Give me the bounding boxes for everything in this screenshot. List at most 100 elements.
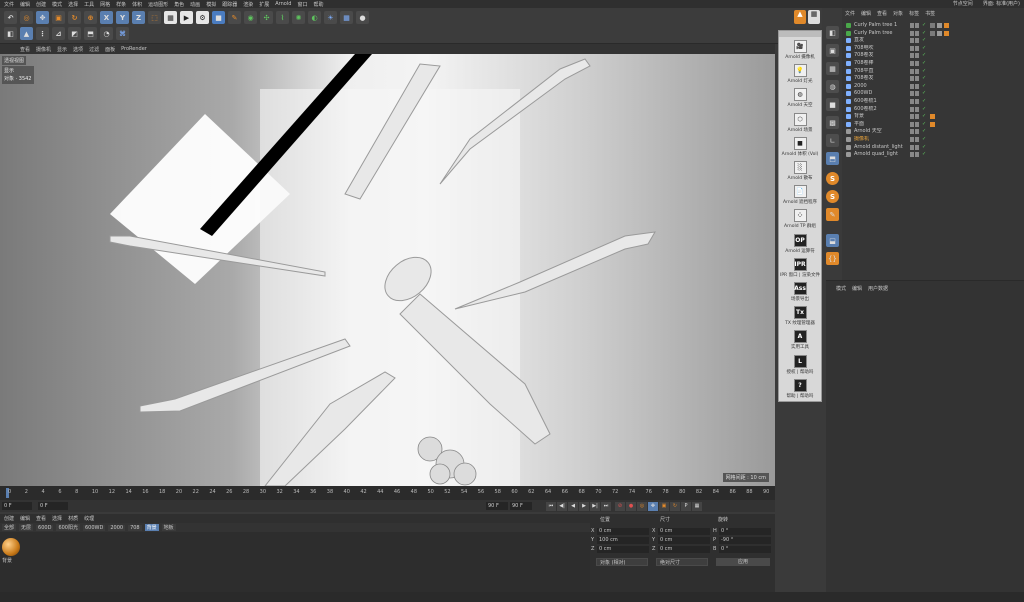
end-frame-field-2[interactable]: 90 F xyxy=(510,502,532,510)
model-mode-icon[interactable]: ◧ xyxy=(826,26,839,39)
object-name[interactable]: 背景 xyxy=(854,113,910,120)
size-field[interactable]: 0 cm xyxy=(658,546,710,553)
enabled-check-icon[interactable]: ✓ xyxy=(922,75,926,82)
size-mode-select[interactable]: 绝对尺寸 xyxy=(656,558,708,566)
visibility-dots[interactable] xyxy=(910,53,919,59)
object-row[interactable]: Arnold quad_light ✓ xyxy=(846,151,1022,158)
make-editable-icon[interactable]: ◧ xyxy=(4,27,17,40)
bulb-icon[interactable]: ● xyxy=(356,11,369,24)
arnold-tool-button[interactable]: Ass 场景导出 xyxy=(779,281,821,307)
scale-icon[interactable]: ▣ xyxy=(52,11,65,24)
visibility-dots[interactable] xyxy=(910,106,919,112)
material-menu-item[interactable]: 材质 xyxy=(68,515,78,522)
environment-icon[interactable]: ✺ xyxy=(292,11,305,24)
arnold-tool-button[interactable]: ░ Arnold 散布 xyxy=(779,160,821,186)
menu-item[interactable]: 网格 xyxy=(100,1,110,8)
enabled-check-icon[interactable]: ✓ xyxy=(922,68,926,75)
menu-item[interactable]: 样条 xyxy=(116,1,126,8)
enabled-check-icon[interactable]: ✓ xyxy=(922,98,926,105)
menu-item[interactable]: 窗口 xyxy=(297,1,307,8)
visibility-dots[interactable] xyxy=(910,99,919,104)
object-name[interactable]: Arnold quad_light xyxy=(854,151,910,158)
material-tag-icon[interactable] xyxy=(944,23,949,28)
object-row[interactable]: Curly Palm tree ✓ xyxy=(846,30,1022,37)
arnold-tool-button[interactable]: 💡 Arnold 灯光 xyxy=(779,63,821,89)
object-name[interactable]: 708卷发 xyxy=(854,75,910,82)
object-manager-menu-item[interactable]: 文件 xyxy=(845,10,855,18)
size-field[interactable]: 0 cm xyxy=(658,528,710,535)
object-row[interactable]: 708卷发 ✓ xyxy=(846,75,1022,82)
material-menu-item[interactable]: 选择 xyxy=(52,515,62,522)
grid-icon[interactable]: ▦ xyxy=(340,11,353,24)
material-tag-icon[interactable] xyxy=(930,23,935,28)
workplane-icon[interactable]: ⬒ xyxy=(84,27,97,40)
point-mode-icon[interactable]: ⋮ xyxy=(36,27,49,40)
enabled-check-icon[interactable]: ✓ xyxy=(922,113,926,120)
object-name[interactable]: Arnold distant_light xyxy=(854,144,910,151)
object-manager-menu-item[interactable]: 书签 xyxy=(925,10,935,18)
sphere-icon[interactable]: ◍ xyxy=(826,80,839,93)
material-filter-chip[interactable]: 地板 xyxy=(161,524,176,531)
enabled-check-icon[interactable]: ✓ xyxy=(922,60,926,67)
arnold-tool-button[interactable]: ? 帮助 | 帮助吗 xyxy=(779,378,821,404)
object-row[interactable]: 2000 ✓ xyxy=(846,83,1022,90)
rotate-icon[interactable]: ↻ xyxy=(68,11,81,24)
object-name[interactable]: 600WD xyxy=(854,90,910,97)
viewport-menu-item[interactable]: 过滤 xyxy=(89,46,99,53)
subdivision-icon[interactable]: ◉ xyxy=(244,11,257,24)
visibility-dots[interactable] xyxy=(910,91,919,97)
viewport-menu-item[interactable]: 摄像机 xyxy=(36,46,51,53)
script-icon[interactable]: {} xyxy=(826,252,839,265)
object-row[interactable]: 背景 ✓ xyxy=(846,113,1022,120)
undo-icon[interactable]: ↶ xyxy=(4,11,17,24)
visibility-dots[interactable] xyxy=(910,129,919,135)
object-manager-menu-item[interactable]: 查看 xyxy=(877,10,887,18)
axis-y-icon[interactable]: Y xyxy=(116,11,129,24)
key-rot-icon[interactable]: ↻ xyxy=(670,501,680,511)
material-filter-chip[interactable]: 全部 xyxy=(2,524,17,531)
enabled-check-icon[interactable]: ✓ xyxy=(922,128,926,135)
object-name[interactable]: 708电吹 xyxy=(854,45,910,52)
key-param-icon[interactable]: P xyxy=(681,501,691,511)
layout-label[interactable]: 节点空间 xyxy=(953,0,973,7)
material-tag-icon[interactable] xyxy=(937,23,942,28)
arnold-tool-button[interactable]: Tx TX 纹理管理器 xyxy=(779,305,821,331)
arnold-render-icon[interactable]: ▲ xyxy=(794,10,806,24)
keyframe-icon[interactable]: ◎ xyxy=(637,501,647,511)
record-icon[interactable]: ⊘ xyxy=(615,501,625,511)
material-tag-icon[interactable] xyxy=(937,30,942,36)
apply-button[interactable]: 应用 xyxy=(716,558,770,566)
visibility-dots[interactable] xyxy=(910,152,919,158)
material-menu-item[interactable]: 创建 xyxy=(4,515,14,522)
enabled-check-icon[interactable]: ✓ xyxy=(922,22,926,29)
current-frame-field[interactable]: 0 F xyxy=(2,502,32,510)
snap-s-icon[interactable]: S xyxy=(826,172,839,185)
viewport-menu-item[interactable]: 面板 xyxy=(105,46,115,53)
menu-item[interactable]: 创建 xyxy=(36,1,46,8)
enabled-check-icon[interactable]: ✓ xyxy=(922,90,926,97)
paint-icon[interactable]: ✎ xyxy=(826,208,839,221)
object-row[interactable]: 600WD ✓ xyxy=(846,90,1022,97)
viewport-menu-item[interactable]: 选项 xyxy=(73,46,83,53)
object-name[interactable]: Arnold 天空 xyxy=(854,128,910,135)
start-frame-field[interactable]: 0 F xyxy=(38,502,68,510)
light-icon[interactable]: ☀ xyxy=(324,11,337,24)
object-row[interactable]: 708卷发 ✓ xyxy=(846,52,1022,59)
material-tag-icon[interactable] xyxy=(944,30,949,36)
menu-item[interactable]: 渲染 xyxy=(243,1,253,8)
visibility-dots[interactable] xyxy=(910,137,919,142)
menu-item[interactable]: 文件 xyxy=(4,1,14,8)
object-name[interactable]: 708卷发 xyxy=(854,52,910,59)
texture-icon[interactable]: ▩ xyxy=(826,116,839,129)
menu-item[interactable]: 动画 xyxy=(190,1,200,8)
deformer-icon[interactable]: ⌇ xyxy=(276,11,289,24)
checker-icon[interactable]: ▦ xyxy=(826,62,839,75)
object-row[interactable]: 708电吹 ✓ xyxy=(846,45,1022,52)
material-filter-chip[interactable]: 708 xyxy=(128,524,142,531)
size-field[interactable]: 0 cm xyxy=(658,537,710,544)
menu-item[interactable]: 跟踪器 xyxy=(222,1,237,8)
rotation-field[interactable]: 0 ° xyxy=(719,546,771,553)
enabled-check-icon[interactable]: ✓ xyxy=(922,121,926,128)
prev-frame-icon[interactable]: ◀ xyxy=(568,501,578,511)
recent-icon[interactable]: ⊕ xyxy=(84,11,97,24)
